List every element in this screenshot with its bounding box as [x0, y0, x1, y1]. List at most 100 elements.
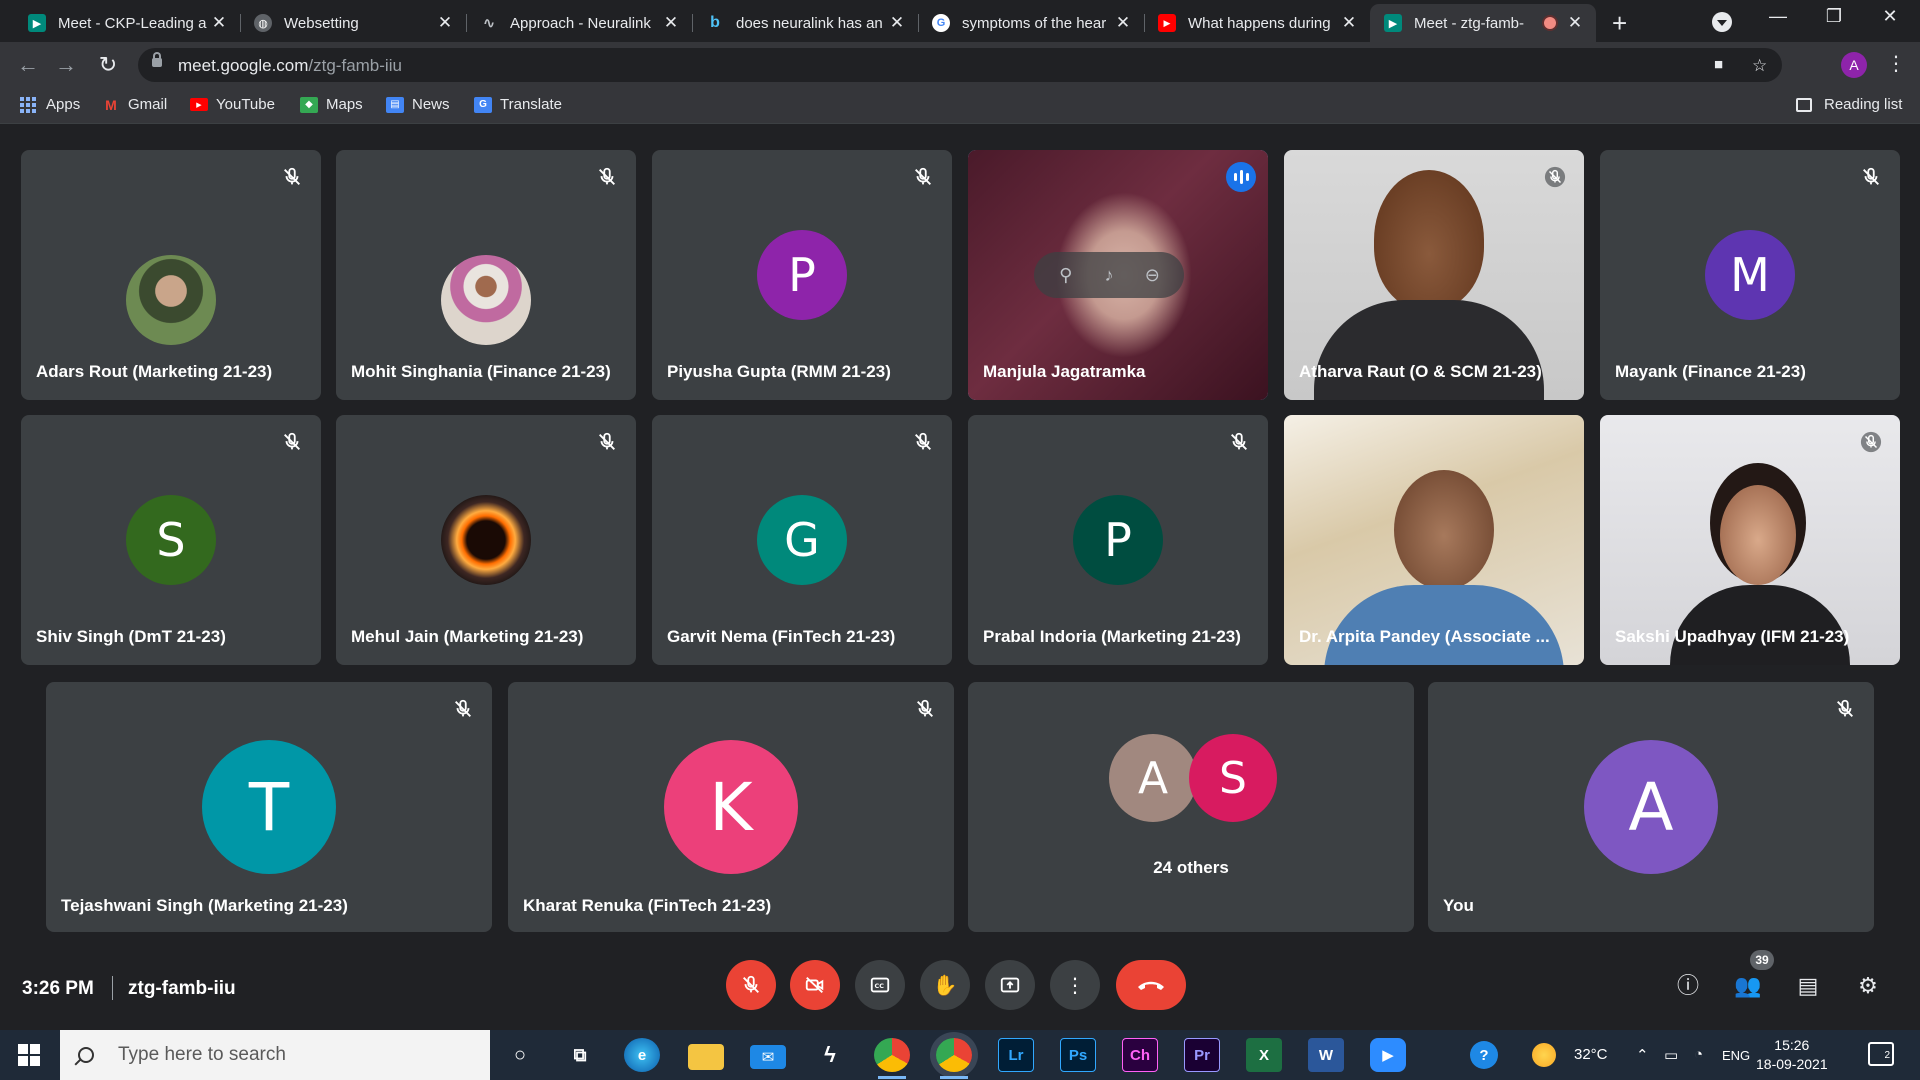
winamp-icon[interactable]: ϟ — [812, 1038, 848, 1072]
help-icon[interactable]: ? — [1470, 1041, 1498, 1069]
zoom-icon[interactable]: ▶ — [1370, 1038, 1406, 1072]
edge-icon[interactable]: e — [624, 1038, 660, 1072]
bookmark-youtube[interactable]: ▶ YouTube — [190, 96, 275, 113]
tab-youtube[interactable]: ▶ What happens during ✕ — [1144, 4, 1370, 42]
show-hidden-icons[interactable]: ⌃ — [1636, 1046, 1649, 1064]
tab-search-icon[interactable] — [1712, 12, 1732, 32]
character-animator-icon[interactable]: Ch — [1122, 1038, 1158, 1072]
close-tab-icon[interactable]: ✕ — [1114, 13, 1132, 33]
meet-favicon-icon: ▶ — [1384, 14, 1402, 32]
mic-toggle-button[interactable] — [726, 960, 776, 1010]
reading-list-button[interactable]: Reading list — [1796, 96, 1902, 113]
bookmark-star-icon[interactable]: ☆ — [1752, 56, 1767, 76]
bing-favicon-icon: b — [710, 14, 720, 31]
tab-bing[interactable]: b does neuralink has an ✕ — [692, 4, 919, 42]
recording-indicator-icon — [1544, 17, 1556, 29]
mic-icon[interactable]: ♪ — [1098, 264, 1120, 286]
profile-avatar[interactable]: A — [1841, 52, 1867, 78]
chrome-profile-icon[interactable] — [936, 1038, 972, 1079]
participant-tile[interactable]: Sakshi Upadhyay (IFM 21-23) — [1600, 415, 1900, 665]
more-options-button[interactable]: ⋮ — [1050, 960, 1100, 1010]
participant-tile[interactable]: P Piyusha Gupta (RMM 21-23) — [652, 150, 952, 400]
file-explorer-icon[interactable] — [688, 1044, 724, 1070]
tab-google[interactable]: G symptoms of the hear ✕ — [918, 4, 1145, 42]
participant-tile[interactable]: M Mayank (Finance 21-23) — [1600, 150, 1900, 400]
language[interactable]: ENG — [1722, 1048, 1750, 1063]
tab-websetting[interactable]: ◍ Websetting ✕ — [240, 4, 467, 42]
bookmark-apps[interactable]: Apps — [20, 96, 80, 113]
mail-icon[interactable]: ✉ — [750, 1045, 786, 1069]
tab-title: Approach - Neuralink — [510, 14, 651, 32]
notifications-icon[interactable]: 2 — [1868, 1042, 1894, 1066]
close-tab-icon[interactable]: ✕ — [1566, 13, 1584, 33]
close-tab-icon[interactable]: ✕ — [1340, 13, 1358, 33]
url-text[interactable]: meet.google.com/ztg-famb-iiu — [178, 56, 402, 76]
present-screen-button[interactable] — [985, 960, 1035, 1010]
close-tab-icon[interactable]: ✕ — [210, 13, 228, 33]
participant-tile[interactable]: Adars Rout (Marketing 21-23) — [21, 150, 321, 400]
mic-off-icon — [914, 698, 936, 720]
leave-call-button[interactable] — [1116, 960, 1186, 1010]
word-icon[interactable]: W — [1308, 1038, 1344, 1072]
raise-hand-button[interactable]: ✋ — [920, 960, 970, 1010]
remove-icon[interactable]: ⊖ — [1141, 264, 1163, 286]
participant-tile[interactable]: T Tejashwani Singh (Marketing 21-23) — [46, 682, 492, 932]
bookmark-translate[interactable]: G Translate — [474, 96, 562, 113]
participant-tile[interactable]: P Prabal Indoria (Marketing 21-23) — [968, 415, 1268, 665]
taskbar-search[interactable]: Type here to search — [60, 1030, 490, 1080]
tab-title: Meet - CKP-Leading a — [58, 14, 207, 32]
camera-toggle-button[interactable] — [790, 960, 840, 1010]
bookmark-gmail[interactable]: M Gmail — [102, 96, 167, 113]
lightroom-icon[interactable]: Lr — [998, 1038, 1034, 1072]
meet-tray-icon[interactable]: ▭ — [1664, 1046, 1678, 1064]
participant-tile[interactable]: G Garvit Nema (FinTech 21-23) — [652, 415, 952, 665]
bookmark-news[interactable]: ▤ News — [386, 96, 450, 113]
new-tab-button[interactable]: + — [1612, 8, 1627, 39]
photoshop-icon[interactable]: Ps — [1060, 1038, 1096, 1072]
captions-button[interactable]: CC — [855, 960, 905, 1010]
minimize-icon[interactable]: — — [1758, 6, 1798, 27]
bookmarks-bar: Apps M Gmail ▶ YouTube ◆ Maps ▤ News G T… — [0, 88, 1920, 124]
excel-icon[interactable]: X — [1246, 1038, 1282, 1072]
bookmark-maps[interactable]: ◆ Maps — [300, 96, 363, 113]
camera-in-use-icon[interactable]: ■ — [1714, 56, 1723, 73]
browser-menu-icon[interactable]: ⋮ — [1886, 51, 1906, 76]
close-tab-icon[interactable]: ✕ — [662, 13, 680, 33]
activities-icon[interactable]: ⚙ — [1852, 970, 1884, 1002]
system-clock[interactable]: 15:26 18-09-2021 — [1756, 1036, 1828, 1074]
close-tab-icon[interactable]: ✕ — [888, 13, 906, 33]
tab-neuralink[interactable]: ∿ Approach - Neuralink ✕ — [466, 4, 693, 42]
participant-tile[interactable]: Atharva Raut (O & SCM 21-23) — [1284, 150, 1584, 400]
search-icon — [78, 1047, 94, 1063]
cortana-icon[interactable]: ○ — [502, 1038, 538, 1072]
close-window-icon[interactable]: ✕ — [1870, 6, 1910, 27]
address-bar[interactable]: meet.google.com/ztg-famb-iiu ☆ ■ — [138, 48, 1782, 82]
premiere-icon[interactable]: Pr — [1184, 1038, 1220, 1072]
browser-toolbar: ← → ↻ meet.google.com/ztg-famb-iiu ☆ ■ A… — [0, 42, 1920, 88]
tab-meet-active[interactable]: ▶ Meet - ztg-famb- ✕ — [1370, 4, 1596, 42]
windows-start-icon[interactable] — [18, 1044, 40, 1066]
participant-tile[interactable]: K Kharat Renuka (FinTech 21-23) — [508, 682, 954, 932]
weather-icon[interactable] — [1532, 1043, 1556, 1067]
participant-tile[interactable]: S Shiv Singh (DmT 21-23) — [21, 415, 321, 665]
participant-tile[interactable]: Mehul Jain (Marketing 21-23) — [336, 415, 636, 665]
chat-icon[interactable]: ▤ — [1792, 970, 1824, 1002]
wifi-icon[interactable]: ◔ — [1694, 1046, 1703, 1063]
temperature[interactable]: 32°C — [1574, 1046, 1608, 1063]
meeting-details-icon[interactable]: ⓘ — [1672, 970, 1704, 1002]
people-icon[interactable]: 👥 — [1732, 970, 1764, 1002]
participant-tile-active-speaker[interactable]: ⚲ ♪ ⊖ Manjula Jagatramka — [968, 150, 1268, 400]
task-view-icon[interactable]: ⧉ — [562, 1038, 598, 1072]
self-tile[interactable]: A You — [1428, 682, 1874, 932]
back-icon[interactable]: ← — [14, 51, 42, 79]
chrome-icon[interactable] — [874, 1038, 910, 1079]
forward-icon[interactable]: → — [52, 51, 80, 79]
participant-tile[interactable]: Dr. Arpita Pandey (Associate ... — [1284, 415, 1584, 665]
reload-icon[interactable]: ↻ — [94, 51, 122, 79]
tab-meet-ckp[interactable]: ▶ Meet - CKP-Leading a ✕ — [14, 4, 241, 42]
pin-icon[interactable]: ⚲ — [1055, 264, 1077, 286]
restore-icon[interactable]: ❐ — [1814, 6, 1854, 27]
others-tile[interactable]: A S 24 others — [968, 682, 1414, 932]
participant-tile[interactable]: Mohit Singhania (Finance 21-23) — [336, 150, 636, 400]
close-tab-icon[interactable]: ✕ — [436, 13, 454, 33]
